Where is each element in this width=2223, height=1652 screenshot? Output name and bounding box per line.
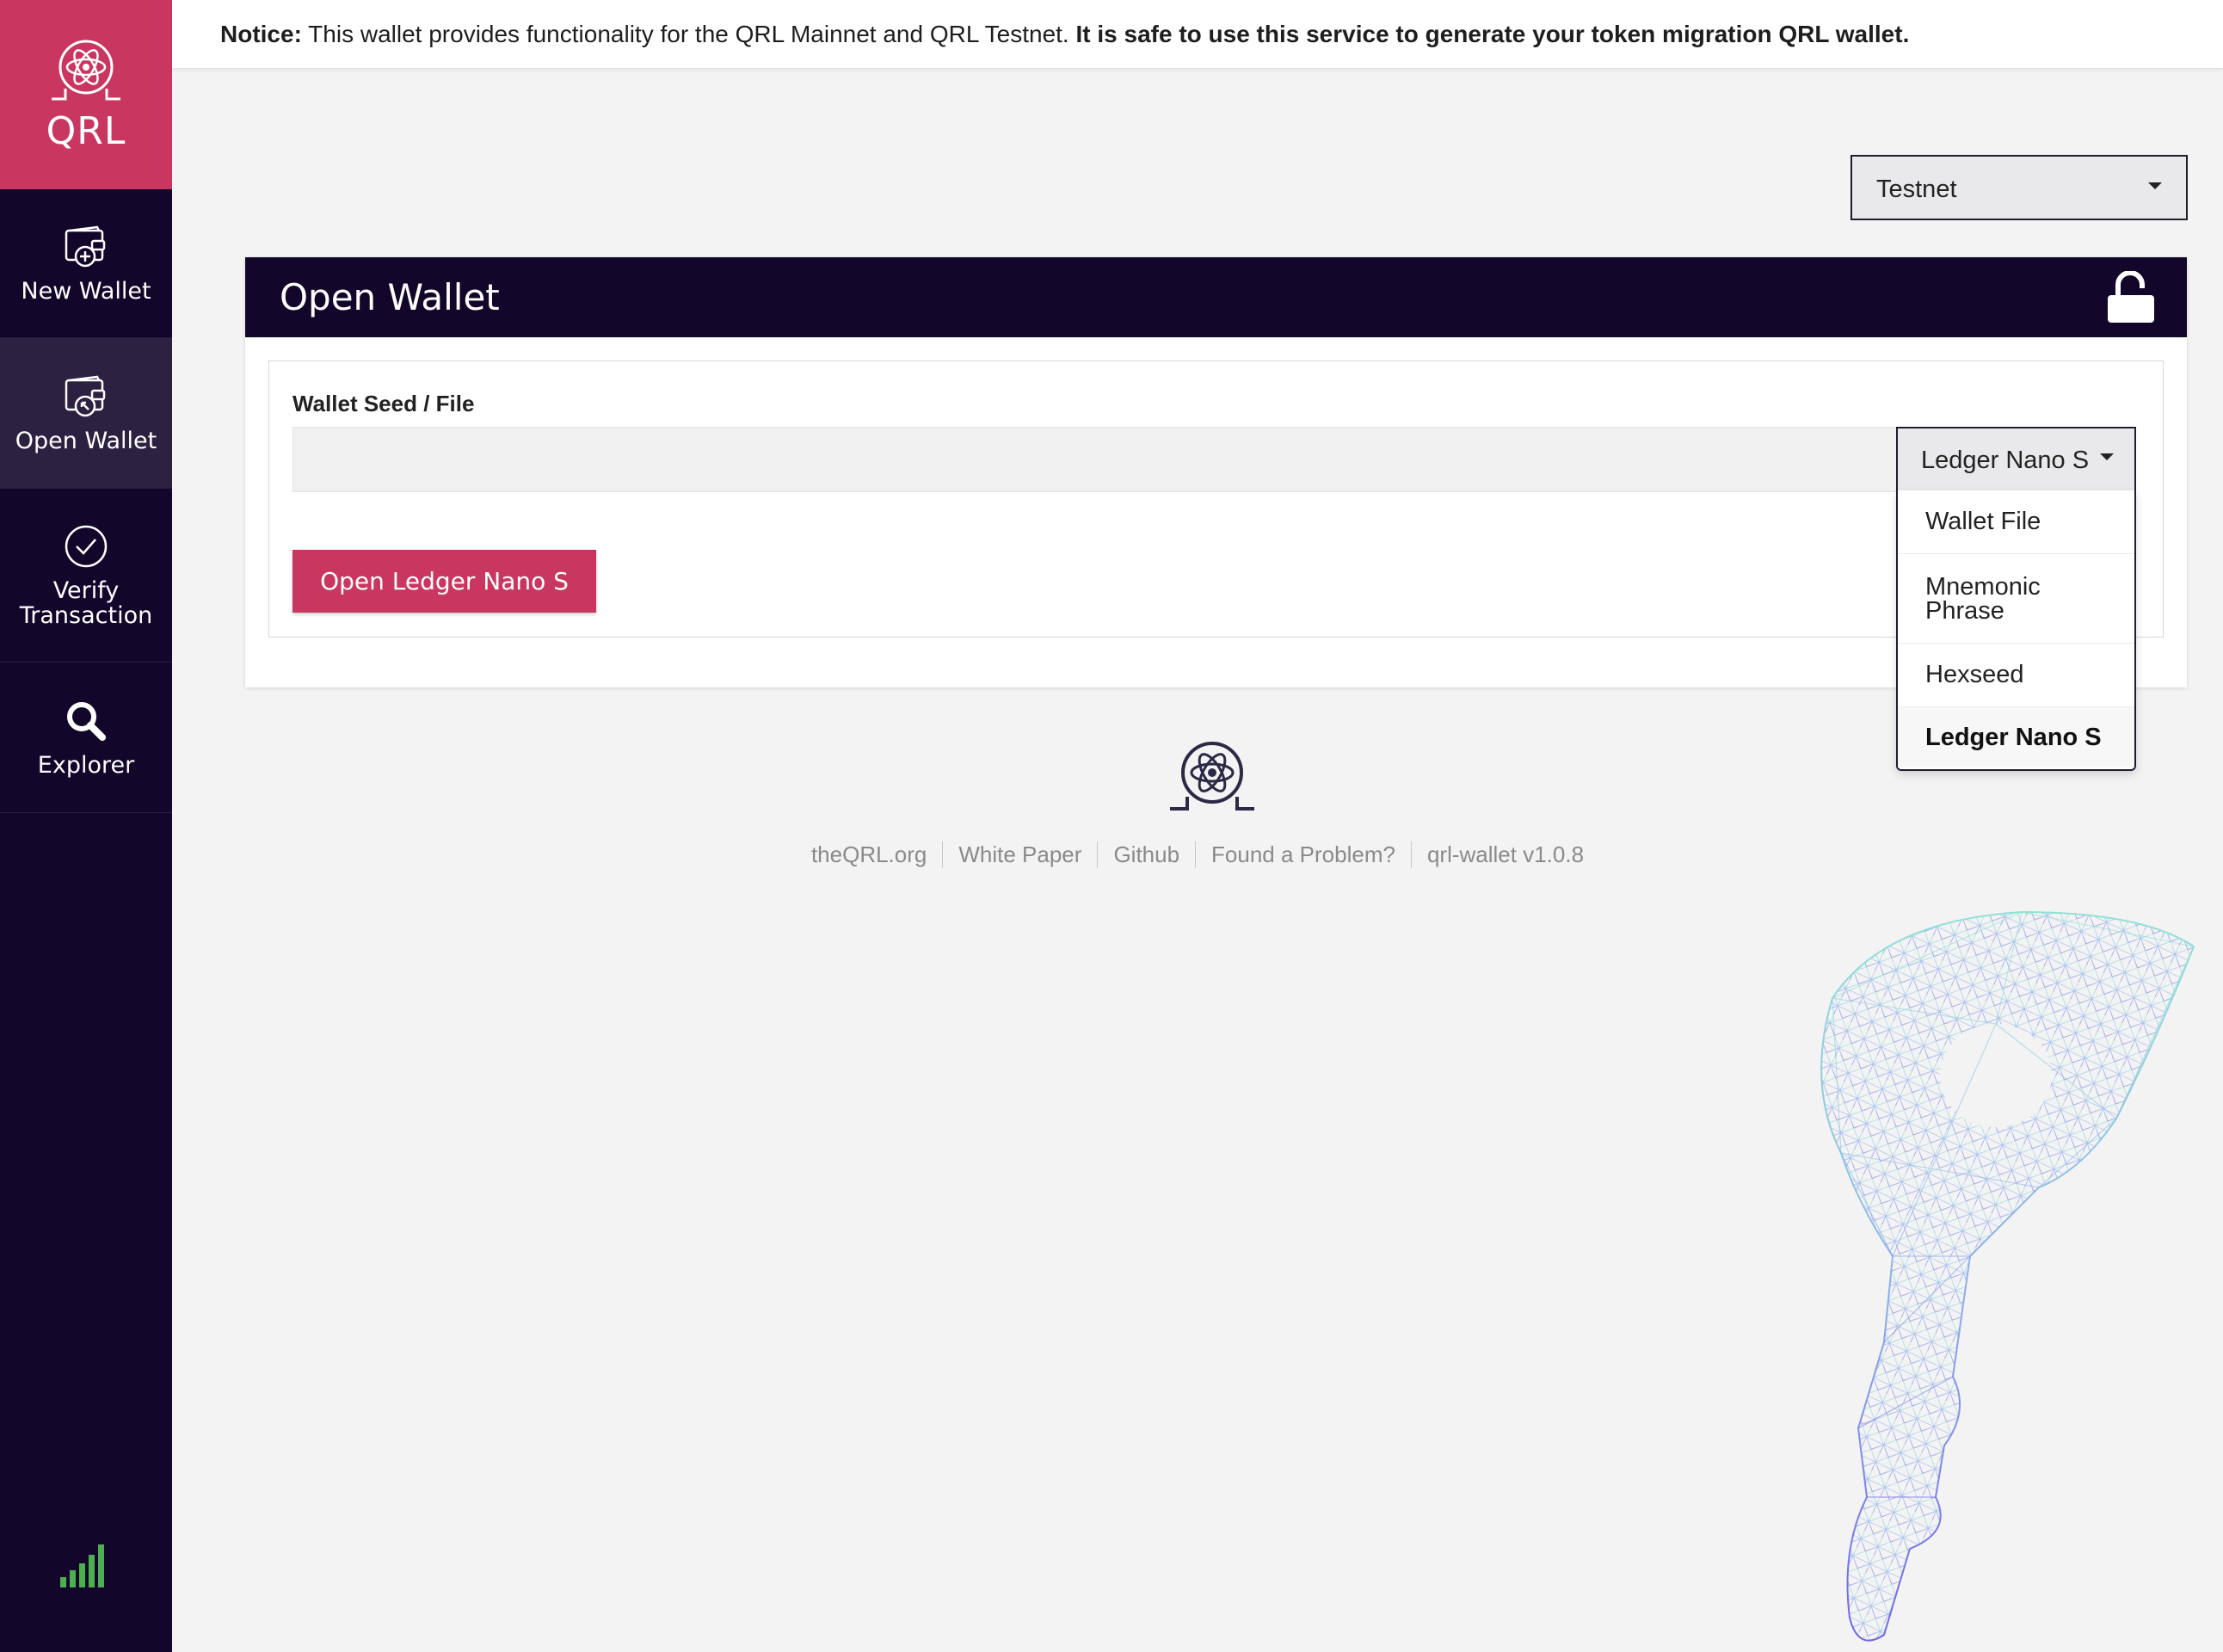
sidebar-item-open-wallet[interactable]: Open Wallet xyxy=(0,338,172,489)
notice-bar: Notice: This wallet provides functionali… xyxy=(172,0,2223,69)
wallet-seed-input[interactable] xyxy=(292,427,1901,492)
sidebar-item-label: Explorer xyxy=(37,751,135,779)
wallet-form: Wallet Seed / File Open Ledger Nano S xyxy=(268,361,2164,638)
sidebar-item-label-line2: Transaction xyxy=(19,601,153,629)
wallet-source-select-value: Ledger Nano S xyxy=(1921,447,2090,474)
wallet-seed-label: Wallet Seed / File xyxy=(292,391,475,416)
sidebar-item-new-wallet[interactable]: New Wallet xyxy=(0,189,172,338)
footer-link-github[interactable]: Github xyxy=(1097,841,1195,868)
card-header: Open Wallet xyxy=(245,257,2187,337)
network-select[interactable]: Testnet xyxy=(1850,155,2188,220)
key-illustration xyxy=(1820,910,2195,1642)
network-select-value: Testnet xyxy=(1876,176,1957,203)
wallet-source-select[interactable]: Ledger Nano S xyxy=(1896,427,2136,490)
menu-item-wallet-file[interactable]: Wallet File xyxy=(1898,490,2134,554)
chevron-down-icon xyxy=(2148,182,2162,189)
sidebar-item-label: New Wallet xyxy=(21,277,151,305)
menu-item-mnemonic-phrase[interactable]: Mnemonic Phrase xyxy=(1898,554,2134,644)
card-title: Open Wallet xyxy=(280,276,500,318)
menu-item-mnemonic-text: Mnemonic Phrase xyxy=(1925,574,2041,625)
unlock-icon xyxy=(2108,271,2154,323)
brand-logo[interactable]: QRL xyxy=(0,0,172,189)
open-ledger-button[interactable]: Open Ledger Nano S xyxy=(292,550,596,613)
footer-links: theQRL.org White Paper Github Found a Pr… xyxy=(0,841,2223,868)
check-circle-icon xyxy=(65,525,108,567)
chevron-down-icon xyxy=(2100,453,2114,460)
wallet-plus-icon xyxy=(65,225,106,267)
notice-prefix: Notice: xyxy=(220,21,302,47)
wallet-open-icon xyxy=(65,375,106,416)
qrl-logo-icon xyxy=(52,40,120,100)
search-icon xyxy=(67,701,106,741)
footer-link-white-paper[interactable]: White Paper xyxy=(942,841,1097,868)
footer-link-theqrl[interactable]: theQRL.org xyxy=(796,841,942,868)
sidebar-item-label: Open Wallet xyxy=(15,427,157,454)
brand-name: QRL xyxy=(46,108,126,153)
notice-text: This wallet provides functionality for t… xyxy=(301,21,1076,47)
sidebar-item-explorer[interactable]: Explorer xyxy=(0,663,172,813)
footer-link-found-problem[interactable]: Found a Problem? xyxy=(1195,841,1411,868)
sidebar-item-verify-transaction[interactable]: Verify Transaction xyxy=(0,489,172,663)
qrl-footer-logo-icon xyxy=(1170,742,1254,811)
signal-strength-icon xyxy=(60,1544,104,1587)
sidebar-item-label-line1: Verify xyxy=(52,576,120,604)
menu-item-hexseed[interactable]: Hexseed xyxy=(1898,644,2134,707)
sidebar: QRL New Wallet Open Wallet Verify Transa xyxy=(0,0,172,1652)
menu-item-ledger-nano-s[interactable]: Ledger Nano S xyxy=(1898,707,2134,767)
footer-link-version[interactable]: qrl-wallet v1.0.8 xyxy=(1410,841,1599,868)
wallet-source-menu: Wallet File Mnemonic Phrase Hexseed Ledge… xyxy=(1896,490,2136,771)
menu-item-mnemonic-line2: Phrase xyxy=(1925,596,2004,625)
sidebar-item-label: Verify Transaction xyxy=(20,578,152,628)
notice-emphasis: It is safe to use this service to genera… xyxy=(1075,21,1910,47)
